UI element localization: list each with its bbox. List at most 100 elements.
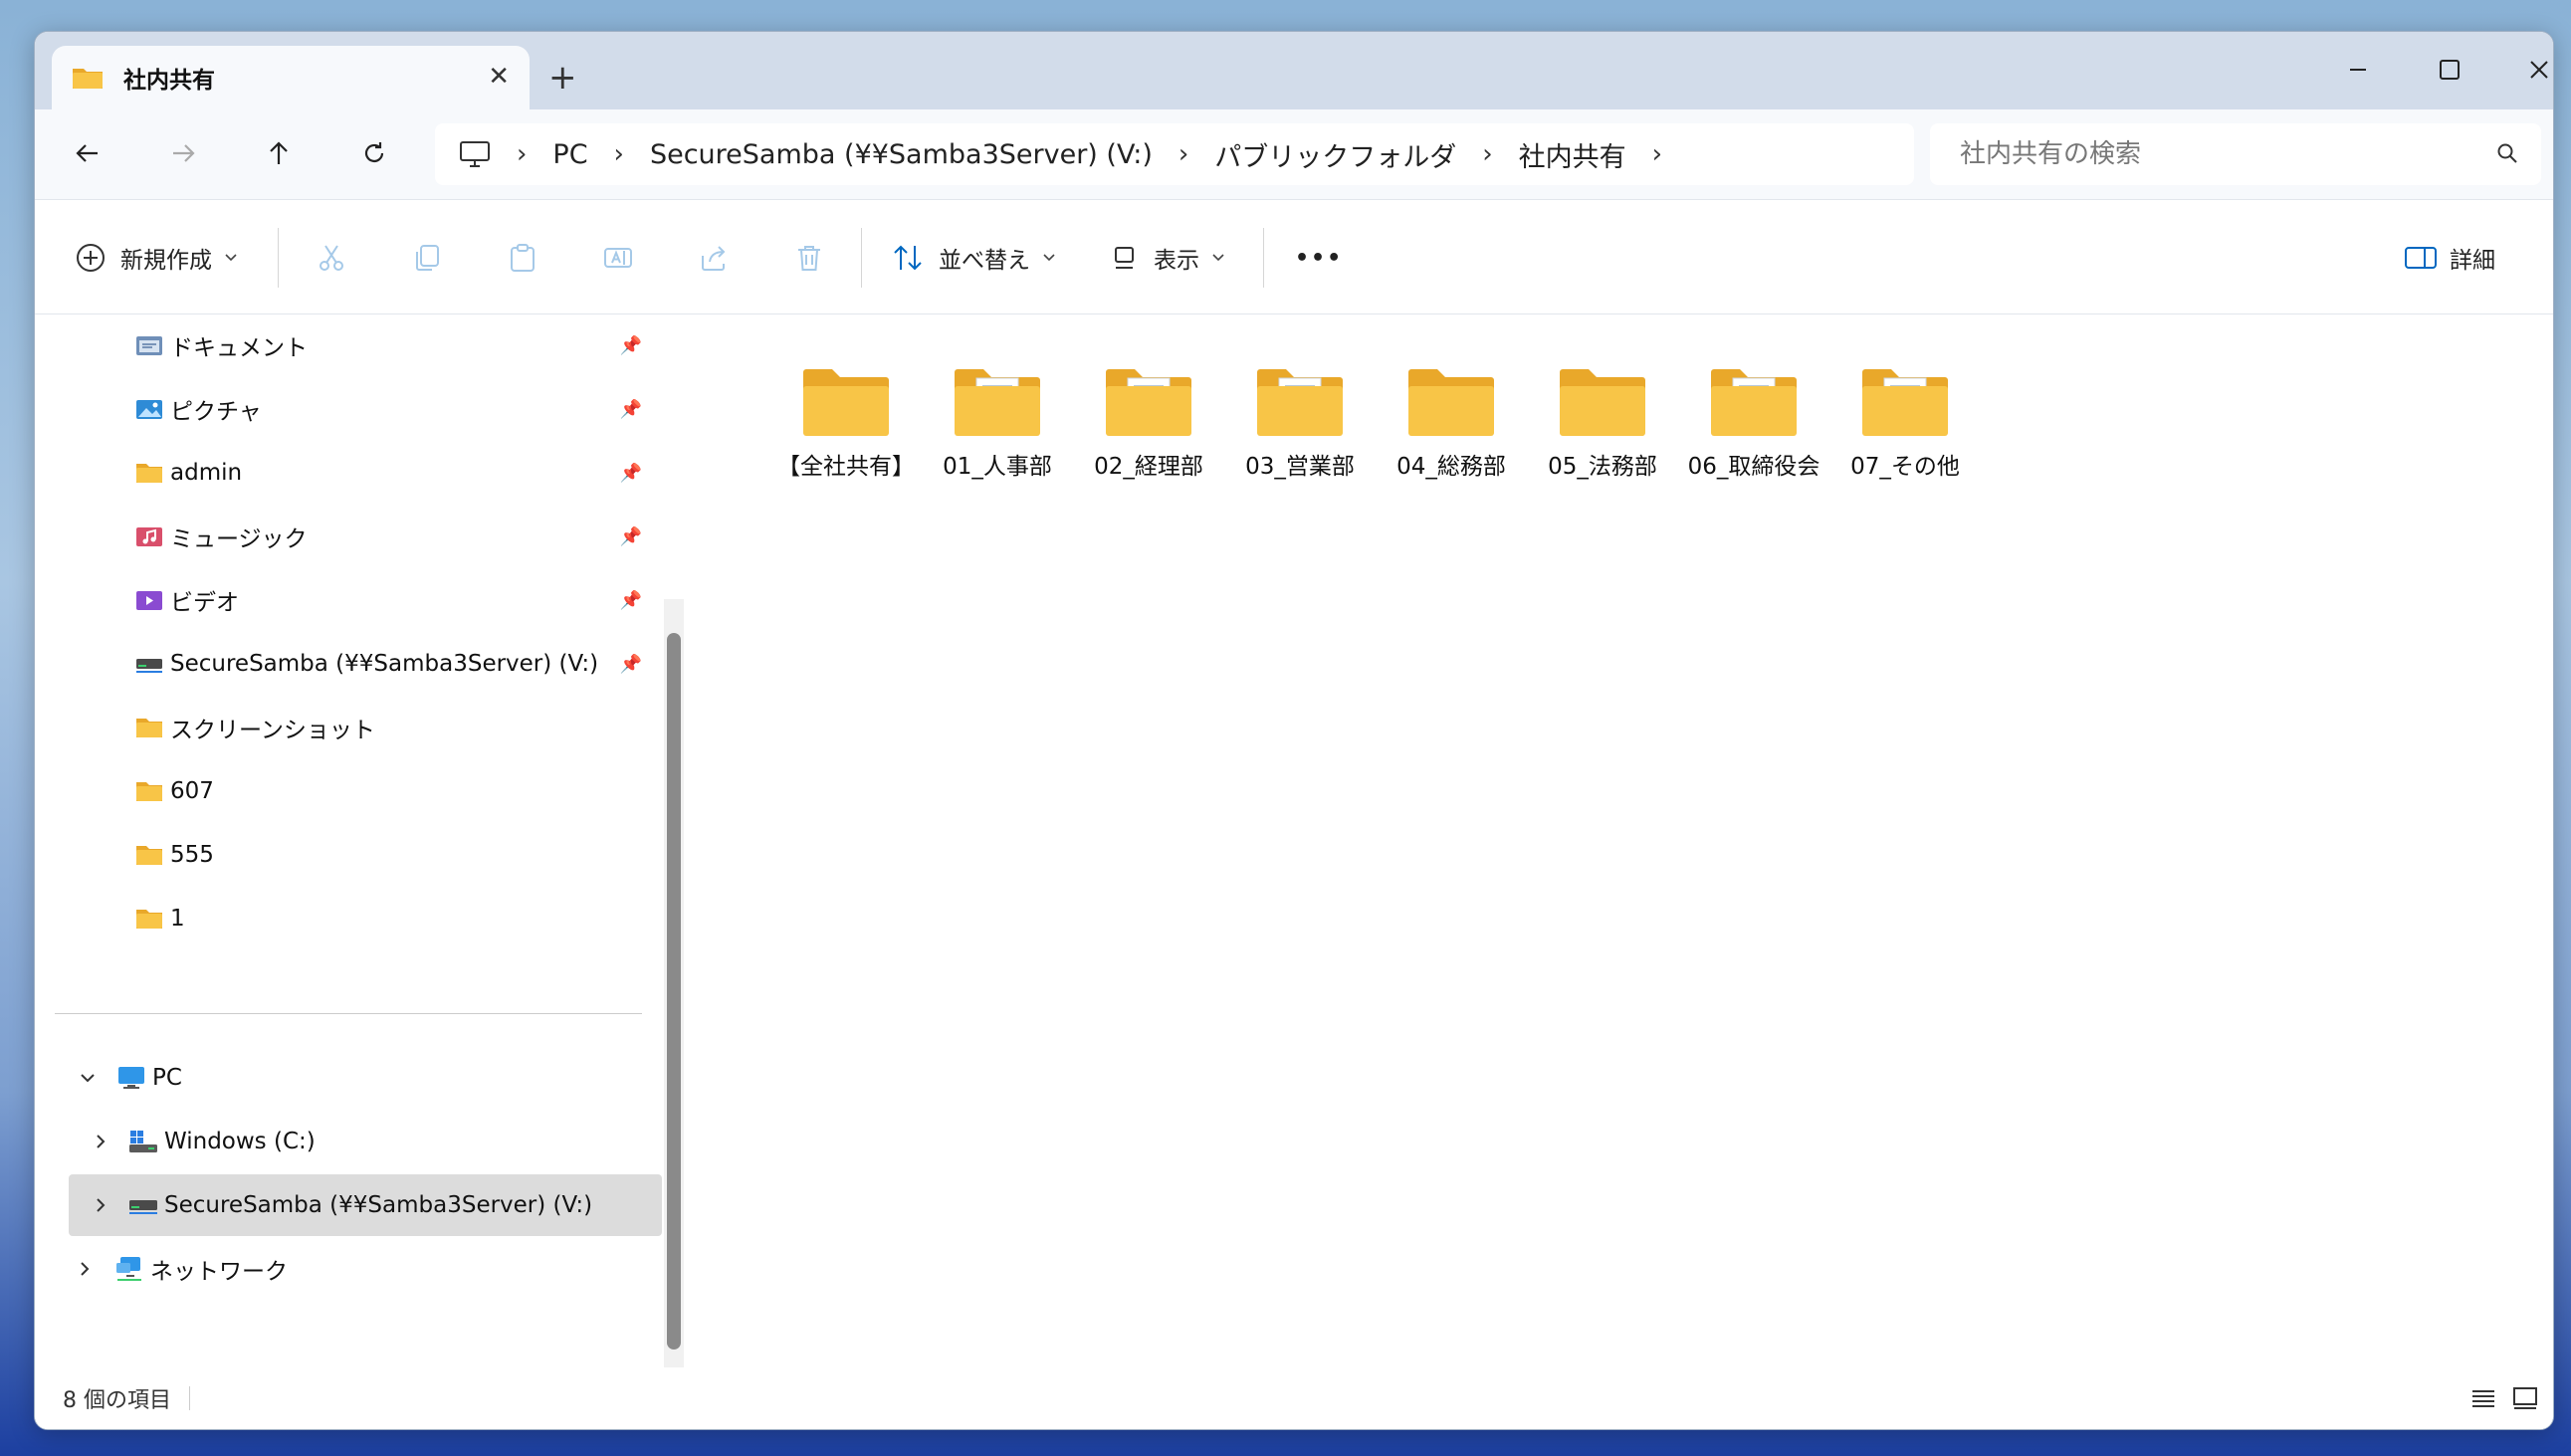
new-tab-button[interactable]: +: [548, 58, 577, 98]
item-count: 8 個の項目: [63, 1388, 171, 1413]
cut-button[interactable]: [316, 230, 347, 286]
address-bar[interactable]: › PC › SecureSamba (¥¥Samba3Server) (V:)…: [435, 123, 1914, 185]
command-bar: 新規作成 並べ替え 表示 ••• 詳細: [35, 199, 2553, 314]
pin-icon[interactable]: 📌: [620, 590, 642, 611]
folder-icon: [72, 66, 104, 90]
list-view-icon: [2472, 1390, 2494, 1407]
pin-icon[interactable]: 📌: [620, 463, 642, 484]
rename-button[interactable]: [602, 230, 634, 286]
folder-icon: [953, 366, 1042, 442]
copy-button[interactable]: [411, 230, 443, 286]
breadcrumb-public-folder[interactable]: パブリックフォルダ: [1214, 135, 1456, 174]
search-icon[interactable]: [2495, 141, 2519, 169]
monitor-icon[interactable]: [459, 139, 491, 169]
sidebar-item-555[interactable]: 555: [69, 824, 662, 886]
folder-item[interactable]: 【全社共有】: [771, 366, 921, 482]
folder-item[interactable]: 03_営業部: [1225, 366, 1375, 482]
sidebar-item-607[interactable]: 607: [69, 760, 662, 822]
sidebar-item-label: 607: [170, 778, 214, 804]
delete-button[interactable]: [793, 230, 825, 286]
large-icons-view-button[interactable]: [2507, 1381, 2543, 1415]
folder-name: 04_総務部: [1396, 454, 1506, 480]
close-button[interactable]: [2509, 50, 2553, 90]
sidebar-item-securesamba[interactable]: SecureSamba (¥¥Samba3Server) (V:) 📌: [69, 633, 662, 695]
folder-item[interactable]: 07_その他: [1830, 366, 1980, 482]
sidebar-scrollbar[interactable]: [664, 599, 684, 1385]
details-view-button[interactable]: [2465, 1381, 2501, 1415]
maximize-button[interactable]: [2420, 50, 2479, 90]
sidebar-item-securesamba-drive[interactable]: SecureSamba (¥¥Samba3Server) (V:): [69, 1174, 662, 1236]
documents-icon: [134, 332, 164, 358]
pin-icon[interactable]: 📌: [620, 335, 642, 356]
pictures-icon: [134, 396, 164, 422]
details-pane-label: 詳細: [2450, 248, 2495, 274]
sidebar-item-label: PC: [152, 1065, 182, 1091]
windows-drive-icon: [128, 1129, 158, 1154]
sidebar-item-music[interactable]: ミュージック 📌: [69, 506, 662, 567]
tab-close-icon[interactable]: ✕: [488, 62, 510, 92]
folder-icon: [134, 460, 164, 486]
folder-item[interactable]: 02_経理部: [1074, 366, 1223, 482]
folder-item[interactable]: 04_総務部: [1377, 366, 1526, 482]
scrollbar-thumb[interactable]: [667, 633, 681, 1350]
pin-icon[interactable]: 📌: [620, 654, 642, 675]
details-pane-button[interactable]: 詳細: [2404, 230, 2495, 286]
refresh-button[interactable]: [346, 129, 402, 177]
tab-title: 社内共有: [123, 68, 215, 94]
search-input[interactable]: [1960, 139, 2458, 169]
chevron-right-icon[interactable]: ›: [517, 139, 527, 169]
folder-item[interactable]: 06_取締役会: [1679, 366, 1828, 482]
view-button[interactable]: 表示: [1110, 230, 1225, 286]
sidebar-item-label: Windows (C:): [164, 1129, 316, 1154]
forward-button[interactable]: [155, 129, 211, 177]
arrow-up-icon: [270, 141, 288, 164]
sidebar-item-1[interactable]: 1: [69, 888, 662, 949]
pc-icon: [116, 1065, 146, 1091]
network-drive-icon: [128, 1192, 158, 1218]
sidebar-item-pc[interactable]: PC: [69, 1047, 662, 1109]
breadcrumb-pc[interactable]: PC: [552, 139, 587, 170]
back-button[interactable]: [60, 129, 115, 177]
network-drive-icon: [134, 651, 164, 677]
sort-button[interactable]: 並べ替え: [891, 230, 1056, 286]
chevron-right-icon[interactable]: ›: [1652, 139, 1662, 169]
minimize-button[interactable]: [2328, 50, 2388, 90]
folder-icon: [1255, 366, 1345, 442]
sidebar-item-pictures[interactable]: ピクチャ 📌: [69, 378, 662, 440]
pin-icon[interactable]: 📌: [620, 399, 642, 420]
chevron-down-icon: [1212, 254, 1224, 262]
more-options-button[interactable]: •••: [1295, 230, 1343, 286]
scissors-icon: [320, 245, 343, 271]
folder-item[interactable]: 05_法務部: [1528, 366, 1677, 482]
breadcrumb-current[interactable]: 社内共有: [1519, 135, 1626, 174]
sidebar-item-label: スクリーンショット: [170, 718, 375, 743]
chevron-right-icon[interactable]: ›: [1482, 139, 1492, 169]
chevron-right-icon: [97, 1198, 106, 1212]
new-button[interactable]: 新規作成: [75, 230, 238, 286]
pin-icon[interactable]: 📌: [620, 526, 642, 547]
sidebar-item-label: ドキュメント: [170, 335, 308, 361]
tab-active[interactable]: 社内共有 ✕: [52, 46, 530, 109]
sidebar-item-windows-c[interactable]: Windows (C:): [69, 1111, 662, 1172]
share-button[interactable]: [698, 230, 730, 286]
chevron-right-icon[interactable]: ›: [614, 139, 624, 169]
folder-icon: [1709, 366, 1799, 442]
up-button[interactable]: [251, 129, 307, 177]
folder-item[interactable]: 01_人事部: [923, 366, 1072, 482]
refresh-icon: [364, 142, 384, 162]
paste-button[interactable]: [507, 230, 538, 286]
sidebar-item-network[interactable]: ネットワーク: [69, 1238, 662, 1300]
folder-name: 05_法務部: [1548, 454, 1657, 480]
sidebar-item-label: ミュージック: [170, 526, 308, 552]
folder-icon: [801, 366, 891, 442]
title-bar: 社内共有 ✕ +: [35, 32, 2553, 109]
sidebar-item-admin[interactable]: admin 📌: [69, 442, 662, 504]
sidebar-item-screenshots[interactable]: スクリーンショット: [69, 697, 662, 758]
chevron-right-icon[interactable]: ›: [1178, 139, 1188, 169]
sidebar-item-documents[interactable]: ドキュメント 📌: [69, 314, 662, 376]
folder-name: 02_経理部: [1094, 454, 1203, 480]
plus-circle-icon: [77, 244, 105, 272]
new-button-label: 新規作成: [120, 248, 212, 274]
sidebar-item-videos[interactable]: ビデオ 📌: [69, 569, 662, 631]
breadcrumb-drive[interactable]: SecureSamba (¥¥Samba3Server) (V:): [650, 139, 1153, 170]
